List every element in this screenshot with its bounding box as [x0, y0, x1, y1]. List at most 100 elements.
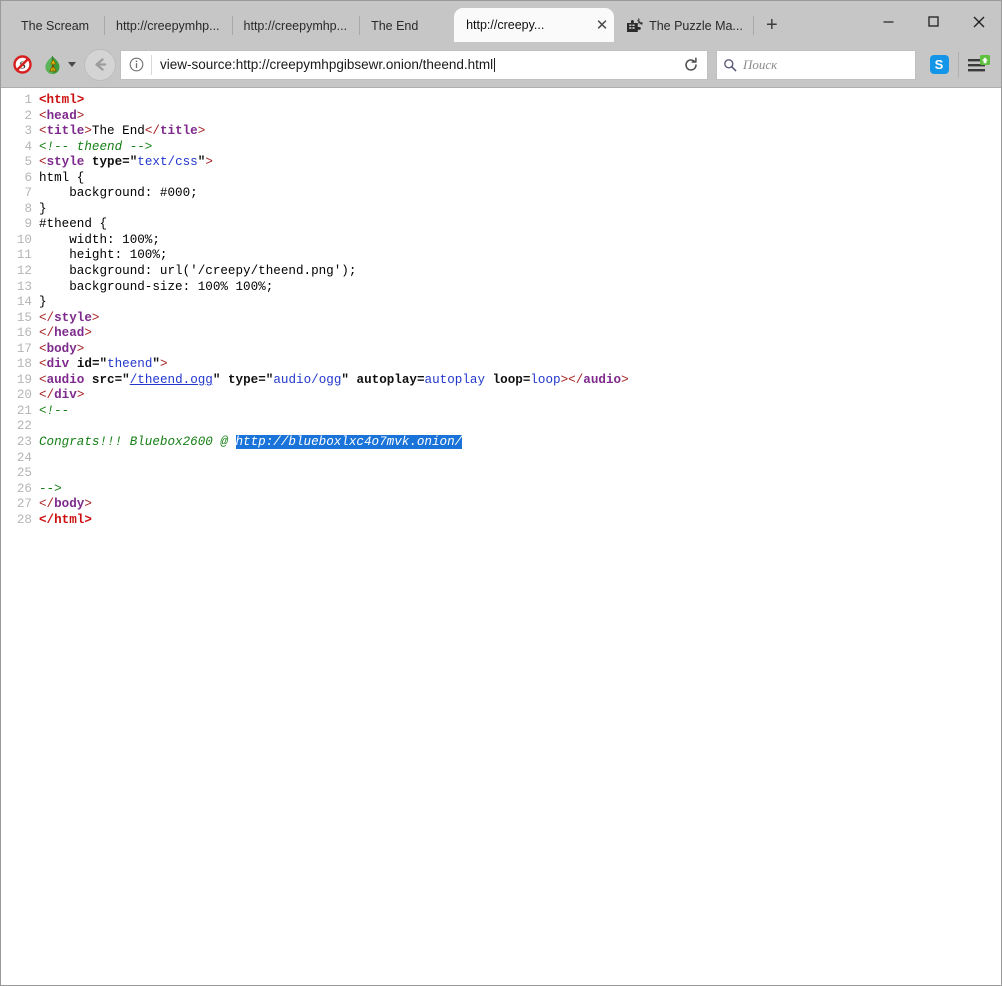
line-number: 6 — [1, 171, 39, 187]
line-number: 15 — [1, 311, 39, 327]
code-token: loop — [493, 373, 523, 387]
code-token: > — [621, 373, 629, 387]
line-number: 14 — [1, 295, 39, 311]
code-token: < — [39, 373, 47, 387]
code-token: > — [77, 388, 85, 402]
code-token: http://blueboxlxc4o7mvk.onion/ — [236, 435, 463, 449]
line-number: 12 — [1, 264, 39, 280]
new-tab-button[interactable]: + — [755, 9, 789, 42]
line-number: 28 — [1, 513, 39, 529]
code-token: < — [39, 155, 47, 169]
code-token: < — [39, 124, 47, 138]
torbutton-dropdown-icon[interactable] — [68, 62, 76, 67]
code-token[interactable]: /theend.ogg — [130, 373, 213, 387]
code-token: background-size: 100% 100%; — [39, 280, 273, 294]
code-token: > — [198, 124, 206, 138]
maximize-button[interactable] — [911, 7, 956, 37]
code-token: </ — [39, 311, 54, 325]
line-number: 10 — [1, 233, 39, 249]
code-token: > — [84, 513, 92, 527]
code-token: </ — [39, 388, 54, 402]
code-token: head — [54, 326, 84, 340]
code-token: div — [47, 357, 70, 371]
code-token: loop — [530, 373, 560, 387]
code-token: =" — [115, 373, 130, 387]
tab-close-icon[interactable]: ✕ — [586, 14, 608, 36]
code-token: > — [84, 497, 92, 511]
code-token: < — [39, 342, 47, 356]
code-token: height: 100%; — [39, 248, 167, 262]
tab-creepymhp-2[interactable]: http://creepymhp... — [232, 9, 360, 42]
line-number: 2 — [1, 109, 39, 125]
line-number: 3 — [1, 124, 39, 140]
code-token: html — [54, 513, 84, 527]
line-number: 7 — [1, 186, 39, 202]
search-bar[interactable]: Поиск — [716, 50, 916, 80]
line-number: 24 — [1, 451, 39, 467]
address-bar[interactable]: view-source:http://creepymhpgibsewr.onio… — [120, 50, 708, 80]
line-number: 18 — [1, 357, 39, 373]
reload-icon[interactable] — [675, 51, 707, 79]
code-token: =" — [92, 357, 107, 371]
code-token — [84, 155, 92, 169]
line-number: 25 — [1, 466, 39, 482]
tab-creepymhp-1[interactable]: http://creepymhp... — [104, 9, 232, 42]
tab-label: The Puzzle Ma... — [649, 19, 743, 33]
code-token: <!-- — [39, 404, 69, 418]
code-token: html { — [39, 171, 84, 185]
code-token: </ — [39, 497, 54, 511]
page-info-icon[interactable] — [121, 57, 151, 72]
code-token: < — [39, 109, 47, 123]
code-token: type — [92, 155, 122, 169]
search-input-placeholder[interactable]: Поиск — [743, 57, 777, 73]
code-token: > — [92, 311, 100, 325]
code-token: style — [47, 155, 85, 169]
code-token: src — [92, 373, 115, 387]
code-token: --> — [39, 482, 62, 496]
code-token: div — [54, 388, 77, 402]
search-icon — [717, 58, 743, 72]
close-button[interactable] — [956, 7, 1001, 37]
code-token: title — [160, 124, 198, 138]
navigation-toolbar: S ! — [1, 42, 1001, 88]
code-token: background: #000; — [39, 186, 198, 200]
code-token: head — [47, 109, 77, 123]
line-number: 9 — [1, 217, 39, 233]
line-number: 17 — [1, 342, 39, 358]
code-token: =" — [122, 155, 137, 169]
line-number: 27 — [1, 497, 39, 513]
tab-label: http://creepymhp... — [116, 19, 220, 33]
address-input[interactable]: view-source:http://creepymhpgibsewr.onio… — [152, 57, 675, 72]
code-token: theend — [107, 357, 152, 371]
code-token — [485, 373, 493, 387]
torbutton-onion-icon[interactable]: ! — [37, 50, 67, 80]
code-token: > — [77, 342, 85, 356]
code-token: > — [84, 124, 92, 138]
line-number: 19 — [1, 373, 39, 389]
line-number: 4 — [1, 140, 39, 156]
noscript-icon[interactable]: S — [7, 50, 37, 80]
line-number: 11 — [1, 248, 39, 264]
tab-the-puzzle-master[interactable]: The Puzzle Ma... — [614, 9, 755, 42]
code-token: body — [54, 497, 84, 511]
line-number: 20 — [1, 388, 39, 404]
code-token: audio — [583, 373, 621, 387]
tab-creepy-active[interactable]: http://creepy... ✕ — [454, 8, 614, 42]
back-button[interactable] — [84, 49, 116, 81]
line-number: 13 — [1, 280, 39, 296]
code-token — [84, 373, 92, 387]
code-token: background: url('/creepy/theend.png'); — [39, 264, 356, 278]
hamburger-menu-button[interactable] — [963, 50, 995, 80]
minimize-button[interactable] — [866, 7, 911, 37]
skype-icon: S — [930, 55, 949, 74]
tab-strip: The Scream http://creepymhp... http://cr… — [1, 1, 1001, 42]
tab-the-end[interactable]: The End — [359, 9, 454, 42]
code-token: body — [47, 342, 77, 356]
skype-extension-button[interactable]: S — [924, 50, 954, 80]
source-code-listing[interactable]: 1<html> 2<head> 3<title>The End</title> … — [1, 93, 1001, 528]
code-token: " — [341, 373, 349, 387]
view-source-content: 1<html> 2<head> 3<title>The End</title> … — [1, 88, 1001, 985]
code-token — [220, 373, 228, 387]
tab-the-scream[interactable]: The Scream — [9, 9, 104, 42]
line-number: 1 — [1, 93, 39, 109]
